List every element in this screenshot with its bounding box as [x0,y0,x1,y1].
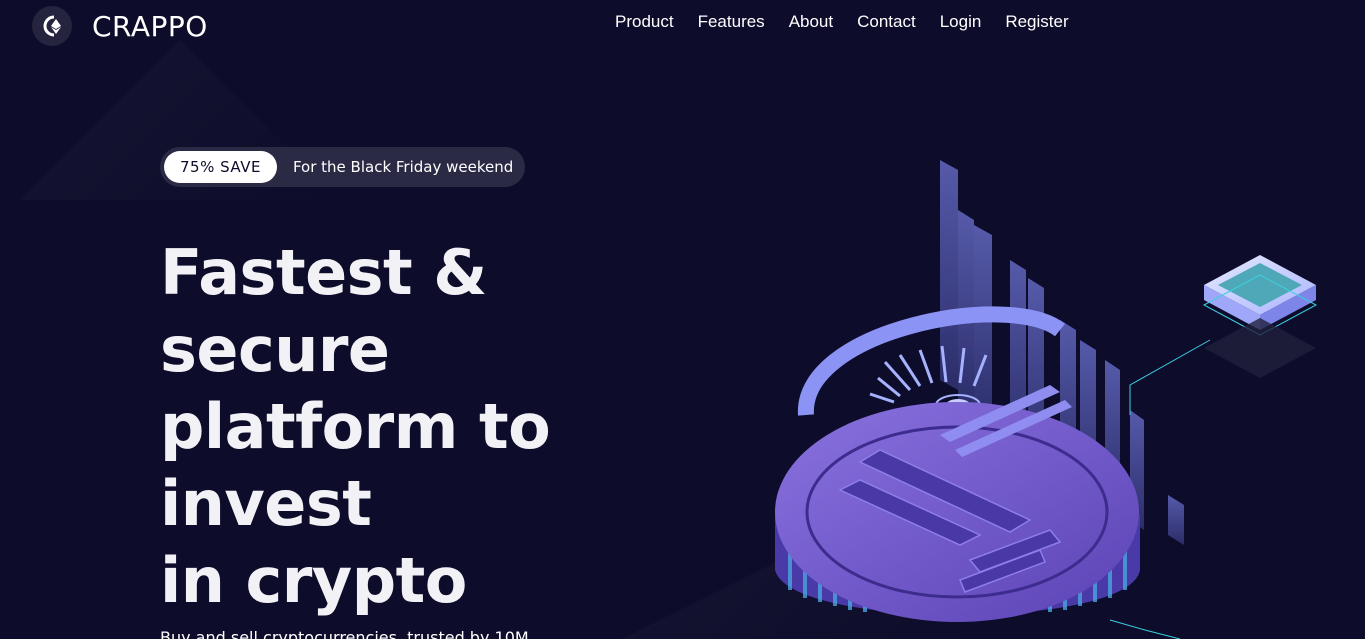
hero-title-line: platform to [160,390,551,463]
nav-item-register[interactable]: Register [993,8,1080,36]
hero-title-line: secure [160,313,390,386]
hero-title-line: in crypto [160,544,467,617]
hero-title-line: invest [160,467,372,540]
nav-item-login[interactable]: Login [928,8,994,36]
nav-item-contact[interactable]: Contact [845,8,928,36]
promo-badge: 75% SAVE [164,151,277,183]
nav-item-about[interactable]: About [777,8,845,36]
main-nav: Product Features About Contact Login Reg… [603,8,1081,36]
nav-item-product[interactable]: Product [603,8,686,36]
logo[interactable]: CRAPPO [32,6,208,46]
bitcoin-coin-illustration [760,150,1360,639]
hero-subtitle: Buy and sell cryptocurrencies, trusted b… [160,628,529,639]
hero-title-line: Fastest & [160,236,487,309]
brand-name: CRAPPO [92,9,208,43]
promo-banner[interactable]: 75% SAVE For the Black Friday weekend [160,147,525,187]
ethereum-diamond-icon [32,6,72,46]
promo-text: For the Black Friday weekend [292,158,514,176]
hero-title: Fastest & secure platform to invest in c… [160,234,620,619]
nav-item-features[interactable]: Features [686,8,777,36]
